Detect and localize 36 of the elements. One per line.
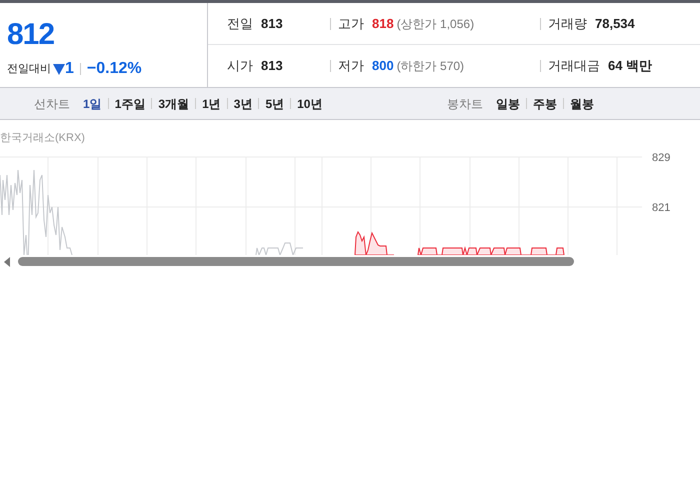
limit-price-note: (상한가 1,056) (396, 16, 474, 32)
chart-period-tab[interactable]: 1일 (83, 94, 102, 112)
change-amount: 1 (65, 59, 74, 79)
y-axis-label: 829 (652, 151, 670, 166)
stat-value: 64 백만 (608, 57, 652, 76)
stat-label: 거래대금 (548, 57, 600, 76)
chart-period-tab[interactable]: 1주일 (114, 94, 146, 112)
limit-price-note: (하한가 570) (396, 58, 464, 75)
down-triangle-icon (53, 63, 65, 75)
current-price: 812 (7, 19, 56, 51)
chart-period-tab[interactable]: 1년 (202, 94, 221, 112)
stat-label: 고가 (338, 14, 364, 33)
chart-period-tab[interactable]: 월봉 (570, 94, 594, 112)
chart-period-tab[interactable]: 일봉 (496, 94, 520, 112)
stat-value: 800 (372, 57, 394, 76)
scroll-left-icon[interactable] (4, 256, 10, 266)
tab-group-label: 선차트 (34, 96, 70, 112)
stat-label: 전일 (227, 14, 253, 33)
chart-period-tab[interactable]: 3개월 (158, 94, 190, 112)
chart-period-tab[interactable]: 3년 (234, 94, 252, 112)
stat-value: 813 (261, 14, 283, 33)
change-rate: −0.12% (86, 59, 142, 79)
stat-label: 저가 (338, 57, 364, 76)
change-label: 전일대비 (7, 62, 51, 77)
y-axis-label: 821 (652, 201, 670, 216)
chart-period-tab[interactable]: 10년 (297, 94, 322, 112)
chart-period-tab[interactable]: 주봉 (533, 94, 557, 112)
chart-period-tab[interactable]: 5년 (265, 94, 284, 112)
chart-source: 한국거래소(KRX) (0, 131, 85, 146)
stat-value: 78,534 (595, 14, 635, 33)
tab-group-label: 봉차트 (447, 96, 483, 112)
stat-value: 813 (261, 57, 283, 76)
stat-label: 거래량 (548, 14, 587, 33)
scrollbar-thumb[interactable] (18, 257, 574, 266)
stat-label: 시가 (227, 57, 253, 76)
stat-value: 818 (372, 14, 394, 33)
